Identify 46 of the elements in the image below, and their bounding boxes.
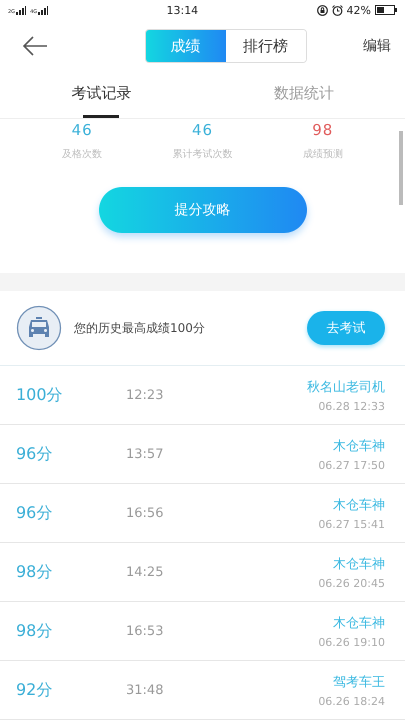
car-icon [16,305,62,351]
duration: 16:56 [126,506,164,520]
stat-value: 46 [72,121,93,139]
exam-date: 06.28 12:33 [318,400,385,412]
exam-date: 06.26 20:45 [318,576,385,590]
back-icon[interactable] [22,36,48,56]
user-name: 木仓车神 [333,556,385,572]
duration: 31:48 [126,682,164,698]
stat-value: 98 [312,121,334,139]
segment-tab[interactable]: 成绩 [146,30,226,62]
score: 98分 [16,620,54,642]
score: 98分 [16,562,54,582]
stat-label: 及格次数 [62,148,102,161]
duration: 12:23 [126,388,164,402]
exam-date: 06.26 19:10 [318,636,385,648]
stat-label: 累计考试次数 [172,148,232,161]
exam-date: 06.26 18:24 [318,694,385,708]
battery-icon [375,5,397,15]
clock: 13:14 [166,4,198,16]
user-name: 秋名山老司机 [307,378,385,396]
stat-value: 46 [192,121,214,139]
duration: 13:57 [126,446,164,462]
tips-button[interactable]: 提分攻略 [98,187,306,233]
battery-level: 42% [346,4,371,16]
duration: 14:25 [126,564,164,580]
exam-date: 06.27 17:50 [318,458,385,472]
tab[interactable]: 数据统计 [274,84,334,115]
user-name: 木仓车神 [333,614,385,632]
best-score-text: 您的历史最高成绩100分 [74,320,206,336]
score: 96分 [16,444,54,464]
tab[interactable]: 考试记录 [71,84,132,115]
signal-icon [16,6,26,14]
stat-label: 成绩预测 [302,148,343,161]
take-exam-button[interactable]: 去考试 [307,311,385,345]
user-name: 木仓车神 [333,438,385,454]
score: 96分 [16,502,54,524]
signal-icon [38,6,48,14]
user-name: 驾考车王 [333,674,385,690]
duration: 16:53 [126,624,164,638]
exam-date: 06.27 15:41 [318,518,385,530]
lock-icon [316,4,328,16]
score: 92分 [16,680,54,700]
score: 100分 [16,384,64,406]
edit-button[interactable]: 编辑 [363,30,391,62]
user-name: 木仓车神 [333,496,385,514]
alarm-icon [332,4,343,16]
